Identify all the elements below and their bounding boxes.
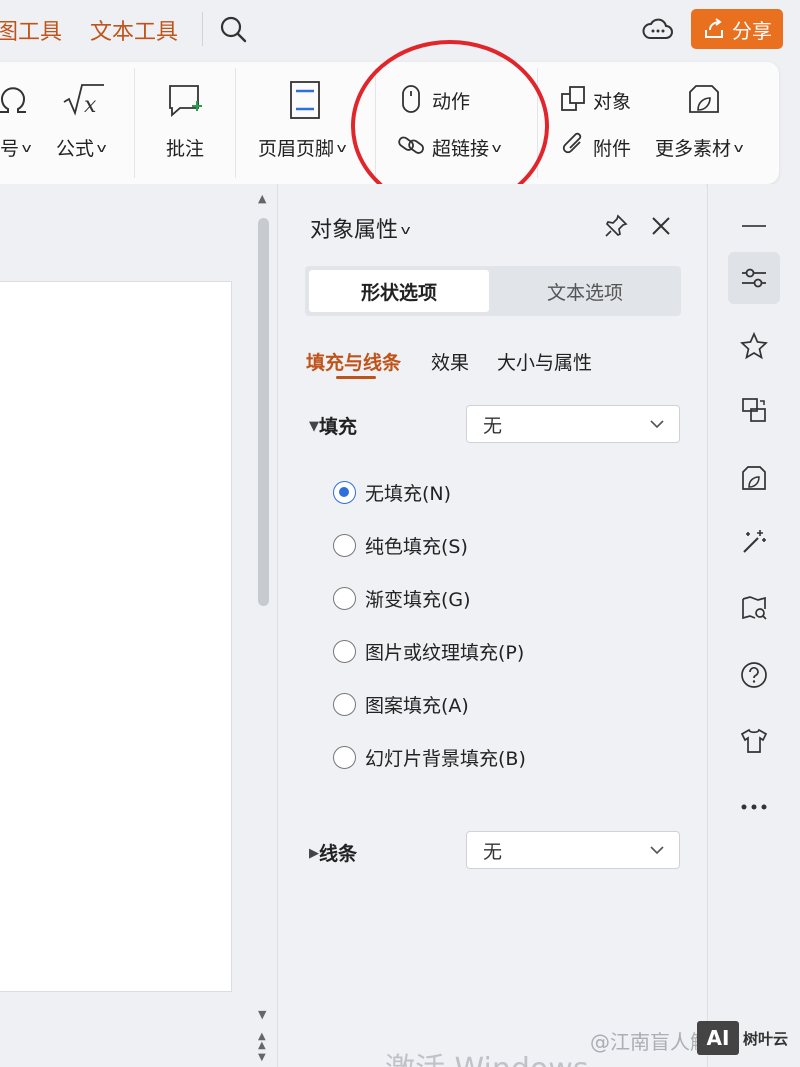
subtab-size-properties[interactable]: 大小与属性 [497,348,592,375]
fill-label: 填充 [319,416,358,438]
chevron-down-icon [650,420,664,429]
radio-button[interactable] [333,586,356,610]
chevron-down-icon: v [96,141,107,155]
minimize-icon[interactable] [728,200,780,252]
radio-label: 图案填充(A) [365,694,469,717]
radio-button[interactable] [333,639,356,663]
expand-triangle-icon: ▶ [309,846,319,861]
comment-icon[interactable] [166,80,206,120]
ribbon-separator [235,68,236,178]
close-icon[interactable] [649,214,673,238]
chevron-down-icon [650,846,664,855]
help-icon[interactable] [728,649,780,701]
line-label: 线条 [319,843,358,865]
radio-button[interactable] [333,480,356,504]
header-footer-icon[interactable] [288,80,322,120]
radio-picture-texture-fill[interactable]: 图片或纹理填充(P) [333,636,524,666]
fill-dropdown-value: 无 [483,414,503,437]
formula-button[interactable]: 公式 v [56,134,107,161]
scroll-up-arrow[interactable]: ▲ [258,192,266,205]
collapse-triangle-icon: ▼ [309,419,319,434]
tab-text-options[interactable]: 文本选项 [492,270,678,312]
star-icon[interactable] [728,320,780,372]
radio-pattern-fill[interactable]: 图案填充(A) [333,689,469,719]
tab-picture-tools[interactable]: 图工具 [0,14,62,46]
active-subtab-indicator [336,376,376,379]
property-sliders-icon[interactable] [728,252,780,304]
more-icon[interactable] [728,781,780,833]
switch-icon[interactable] [728,384,780,436]
radio-label: 渐变填充(G) [365,588,471,611]
omega-icon[interactable] [0,80,28,120]
svg-text:x: x [84,93,97,118]
share-icon [705,18,723,38]
header-footer-label: 页眉页脚 [258,138,335,160]
slide-page[interactable] [0,281,232,992]
line-section-header[interactable]: ▶线条 [309,839,357,866]
subtab-fill-line[interactable]: 填充与线条 [306,348,401,375]
line-dropdown-value: 无 [483,840,503,863]
radio-label: 纯色填充(S) [365,535,468,558]
header-footer-button[interactable]: 页眉页脚 v [258,134,347,161]
page-down-arrow[interactable]: ▼ [258,1052,266,1063]
chevron-down-icon: v [336,141,347,155]
material-icon[interactable] [728,452,780,504]
radio-no-fill[interactable]: 无填充(N) [333,477,451,507]
material-icon[interactable] [686,82,722,118]
page-up-arrow[interactable]: ▲ ▲ [258,1032,266,1051]
subtab-effects[interactable]: 效果 [431,348,469,375]
cloud-icon[interactable] [642,16,674,44]
symbol-label: 号 [0,138,20,160]
scroll-down-arrow[interactable]: ▼ [258,1008,266,1021]
chevron-down-icon: v [400,223,411,237]
radio-solid-fill[interactable]: 纯色填充(S) [333,530,468,560]
line-dropdown[interactable]: 无 [466,831,680,869]
watermark-badge: AI [697,1021,739,1055]
tab-text-tools[interactable]: 文本工具 [90,14,178,46]
skin-icon[interactable] [728,715,780,767]
chevron-down-icon: v [733,141,744,155]
tab-shape-options[interactable]: 形状选项 [309,270,489,312]
radio-label: 幻灯片背景填充(B) [365,747,526,770]
pin-icon[interactable] [603,213,629,239]
object-button[interactable]: 对象 [593,87,631,114]
properties-panel [278,184,706,1067]
radio-label: 无填充(N) [365,482,452,505]
toolbar-divider [202,12,203,46]
share-label: 分享 [732,18,772,43]
comment-label[interactable]: 批注 [166,134,204,161]
radio-button[interactable] [333,745,356,769]
magic-wand-icon[interactable] [728,516,780,568]
vertical-scrollbar[interactable] [258,218,269,606]
radio-gradient-fill[interactable]: 渐变填充(G) [333,583,471,613]
formula-icon[interactable]: x [62,80,106,120]
watermark-badge-suffix: 树叶云 [743,1030,789,1048]
fill-section-header[interactable]: ▼填充 [309,412,357,439]
symbol-button[interactable]: 号v [0,134,32,161]
panel-title-dropdown[interactable]: 对象属性 v [310,212,411,244]
object-icon[interactable] [560,84,588,114]
activate-windows-watermark: 激活 Windows [385,1044,588,1067]
ribbon-separator [134,68,135,178]
panel-title: 对象属性 [310,218,399,243]
radio-slide-background-fill[interactable]: 幻灯片背景填充(B) [333,742,526,772]
more-material-button[interactable]: 更多素材 v [655,134,744,161]
chevron-down-icon: v [21,141,32,155]
radio-label: 图片或纹理填充(P) [365,641,525,664]
share-button[interactable]: 分享 [691,9,783,49]
more-material-label: 更多素材 [655,138,732,160]
map-search-icon[interactable] [728,582,780,634]
radio-button[interactable] [333,533,356,557]
radio-button[interactable] [333,692,356,716]
fill-dropdown[interactable]: 无 [466,405,680,443]
attachment-button[interactable]: 附件 [593,134,631,161]
formula-label: 公式 [56,138,95,160]
search-icon[interactable] [218,14,250,46]
paperclip-icon[interactable] [560,130,588,160]
